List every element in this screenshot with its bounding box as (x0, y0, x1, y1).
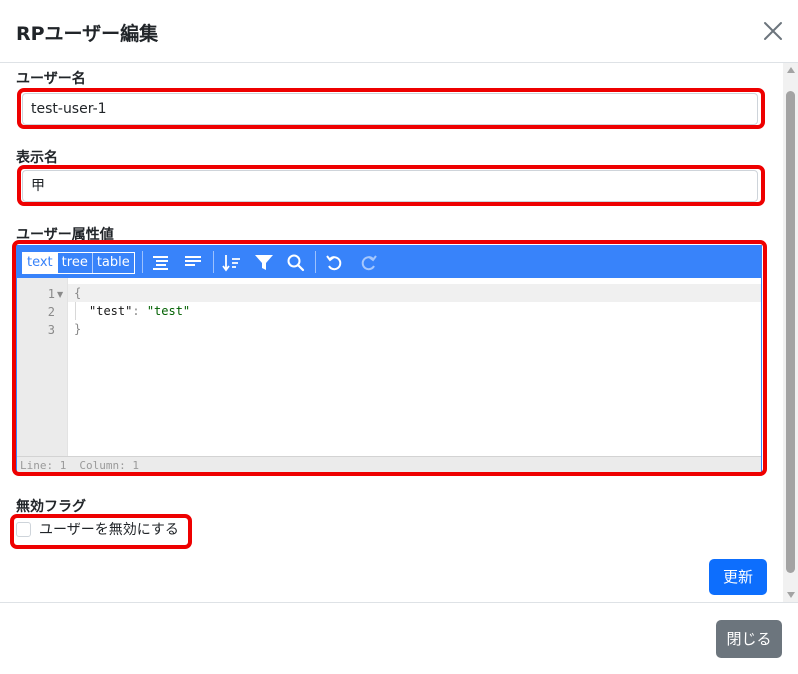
code-line[interactable]: "test": "test" (89, 304, 190, 318)
toolbar-separator (315, 251, 316, 273)
code-line[interactable]: { (74, 286, 81, 300)
json-open-brace: { (74, 286, 82, 300)
json-value: "test" (146, 304, 191, 318)
disable-user-checkbox-label[interactable]: ユーザーを無効にする (39, 519, 179, 539)
display-name-label: 表示名 (16, 150, 58, 166)
mode-table-button[interactable]: table (93, 253, 134, 273)
modal-title: RPユーザー編集 (16, 23, 159, 45)
undo-icon[interactable] (324, 252, 346, 274)
line-number: 2 (47, 305, 55, 319)
status-line: Line: 1 (20, 459, 67, 472)
toolbar-separator (142, 251, 143, 273)
editor-status-bar: Line: 1 Column: 1 (17, 456, 761, 474)
modal-header: RPユーザー編集 (0, 0, 798, 63)
format-icon[interactable] (150, 252, 172, 274)
close-button[interactable]: 閉じる (716, 620, 782, 658)
username-input[interactable]: test-user-1 (22, 93, 758, 125)
display-name-input[interactable]: 甲 (22, 170, 758, 202)
update-button[interactable]: 更新 (709, 559, 767, 595)
modal-body: ユーザー名 test-user-1 表示名 甲 ユーザー属性値 text tre… (0, 63, 782, 602)
disable-flag-label: 無効フラグ (16, 499, 86, 515)
redo-icon[interactable] (357, 252, 379, 274)
compact-icon[interactable] (182, 252, 204, 274)
line-number: 3 (47, 323, 55, 337)
modal-footer: 閉じる (0, 602, 798, 674)
json-editor: text tree table 1 ▼ 2 3 {"test": "test"… (16, 245, 762, 474)
json-key: "test" (89, 304, 133, 318)
username-label: ユーザー名 (16, 71, 86, 87)
mode-tree-button[interactable]: tree (58, 253, 93, 273)
code-line[interactable]: } (74, 322, 81, 336)
scroll-up-arrow-icon[interactable] (787, 67, 795, 73)
toolbar-separator (213, 251, 214, 273)
edit-rp-user-modal: RPユーザー編集 ユーザー名 test-user-1 表示名 甲 ユーザー属性値… (0, 0, 798, 673)
disable-user-checkbox-row: ユーザーを無効にする (16, 519, 179, 539)
disable-user-checkbox[interactable] (16, 521, 31, 537)
indent-guide (75, 302, 76, 320)
json-close-brace: } (74, 322, 82, 336)
json-editor-menu: text tree table (17, 246, 761, 278)
filter-icon[interactable] (253, 252, 275, 274)
close-icon[interactable] (762, 20, 784, 42)
fold-icon[interactable]: ▼ (57, 290, 63, 299)
modal-scrollbar[interactable] (783, 63, 798, 602)
mode-switcher: text tree table (22, 252, 135, 274)
status-column: Column: 1 (79, 459, 139, 472)
scrollbar-thumb[interactable] (786, 91, 795, 573)
line-number-gutter: 1 ▼ 2 3 (17, 278, 68, 456)
json-colon: : (132, 304, 147, 318)
active-line-highlight (68, 284, 761, 302)
attributes-label: ユーザー属性値 (16, 227, 114, 243)
scroll-down-arrow-icon[interactable] (787, 592, 795, 598)
search-icon[interactable] (285, 252, 307, 274)
line-number: 1 (47, 287, 55, 301)
sort-icon[interactable] (221, 252, 243, 274)
mode-text-button[interactable]: text (23, 253, 58, 273)
